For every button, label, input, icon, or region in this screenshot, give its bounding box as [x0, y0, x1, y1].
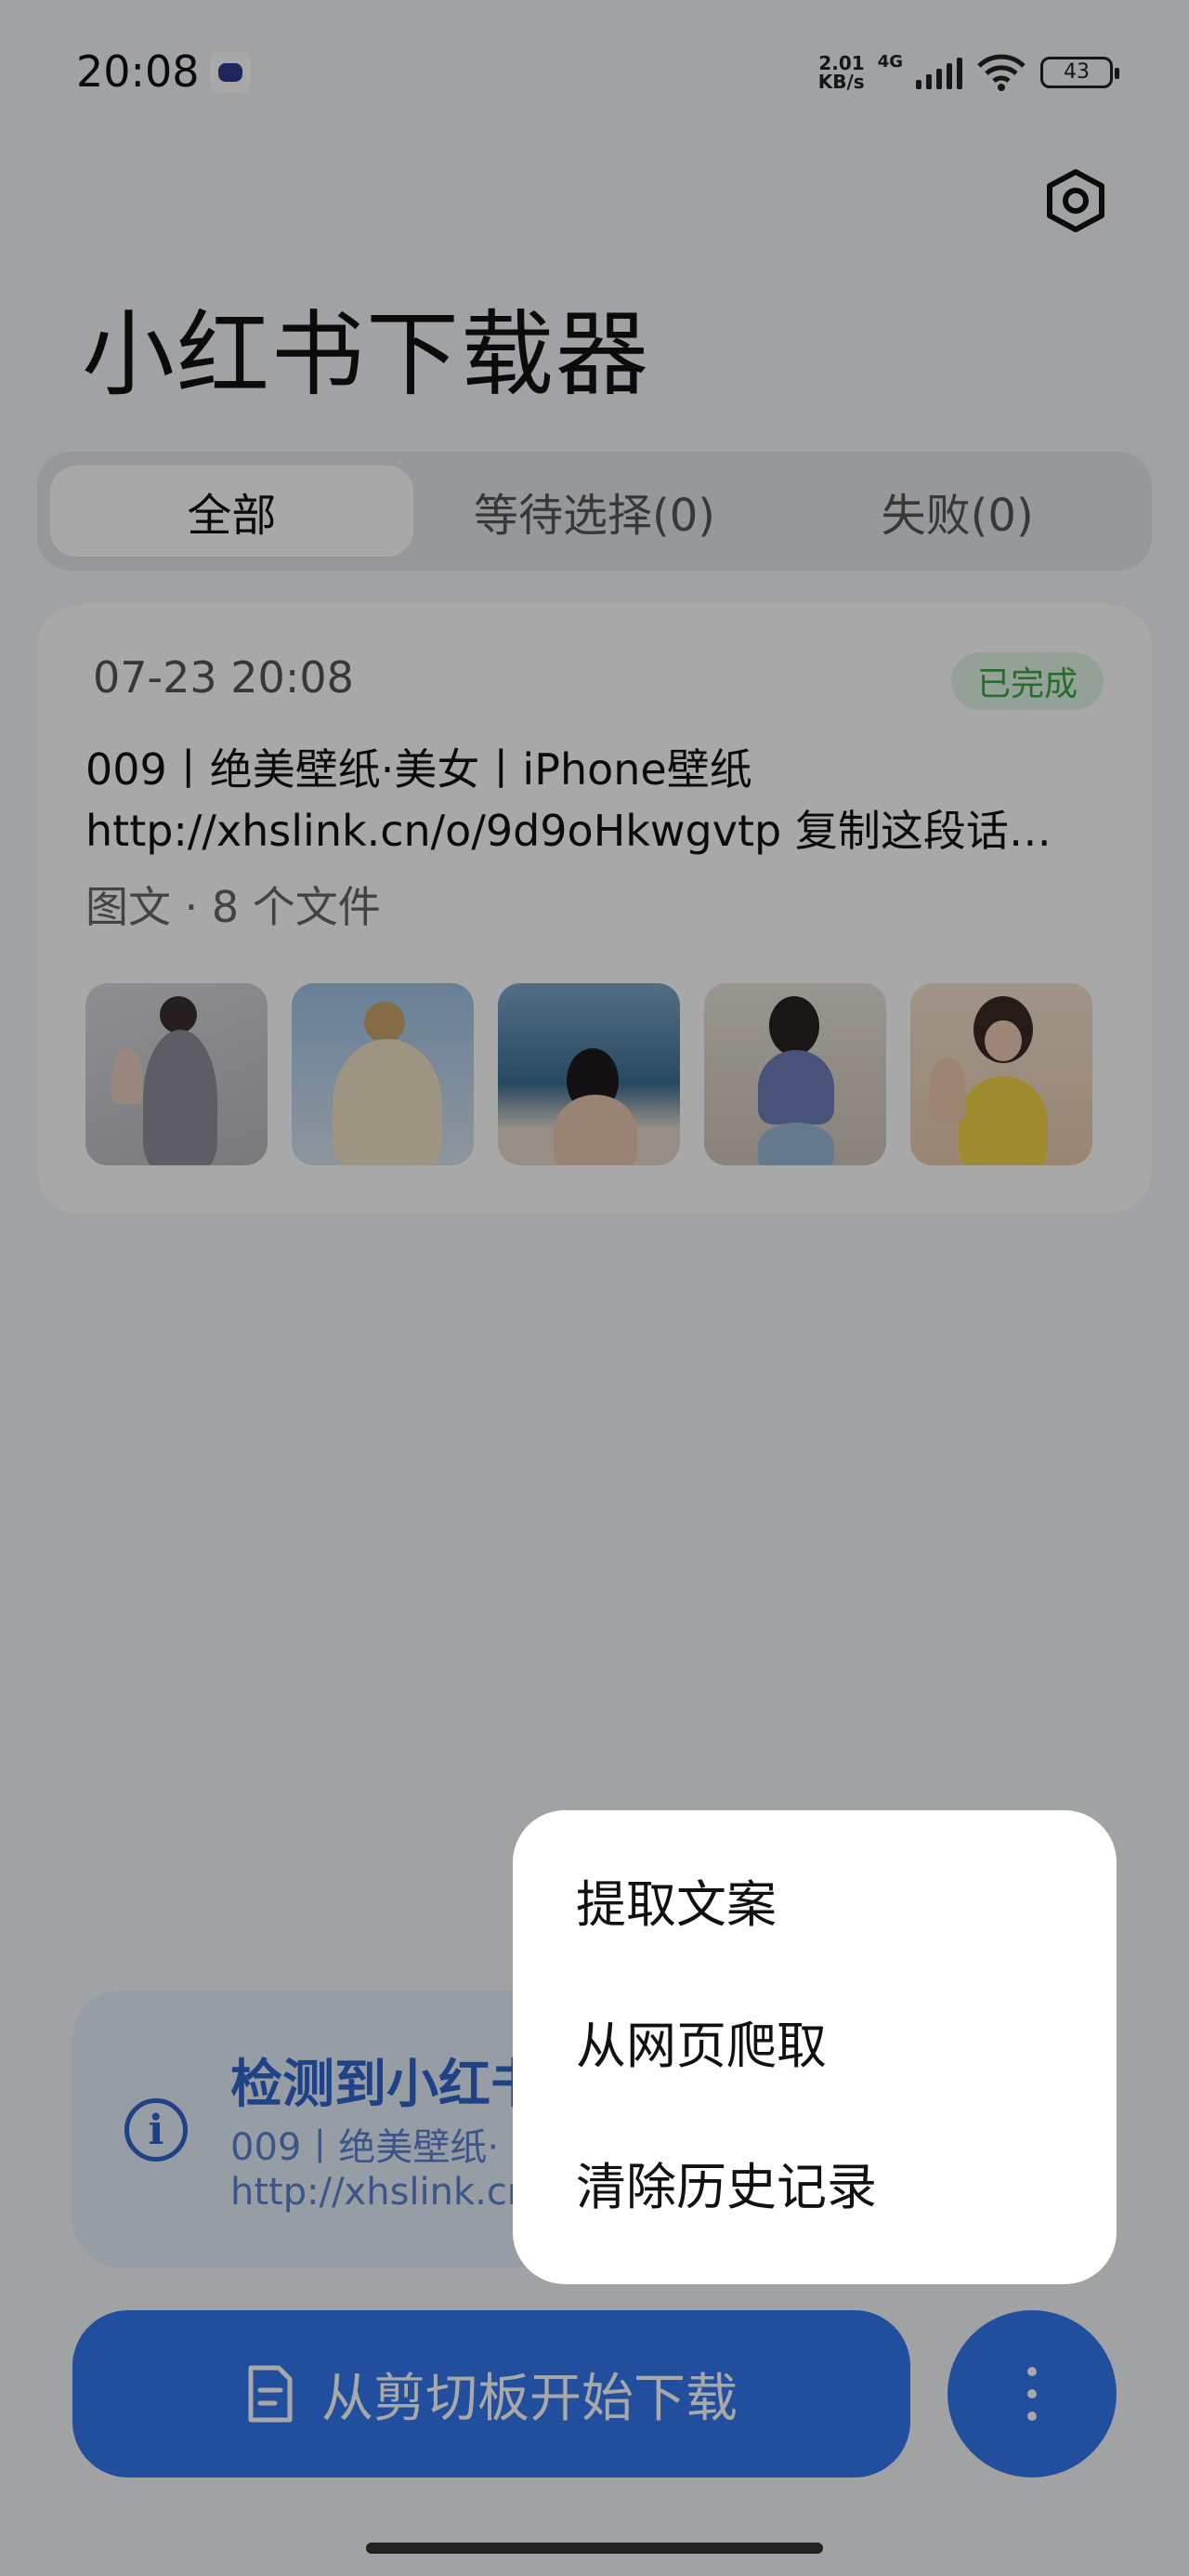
app-screen: 20:08 2.01 KB/s 4G 43 小红书下载器 全部 等待选择(0) … — [0, 0, 1189, 2576]
menu-item-crawl-webpage[interactable]: 从网页爬取 — [513, 1970, 1117, 2111]
options-popup-menu: 提取文案 从网页爬取 清除历史记录 — [513, 1810, 1117, 2284]
menu-item-clear-history[interactable]: 清除历史记录 — [513, 2111, 1117, 2253]
home-indicator[interactable] — [366, 2543, 823, 2554]
menu-item-extract-text[interactable]: 提取文案 — [513, 1829, 1117, 1970]
